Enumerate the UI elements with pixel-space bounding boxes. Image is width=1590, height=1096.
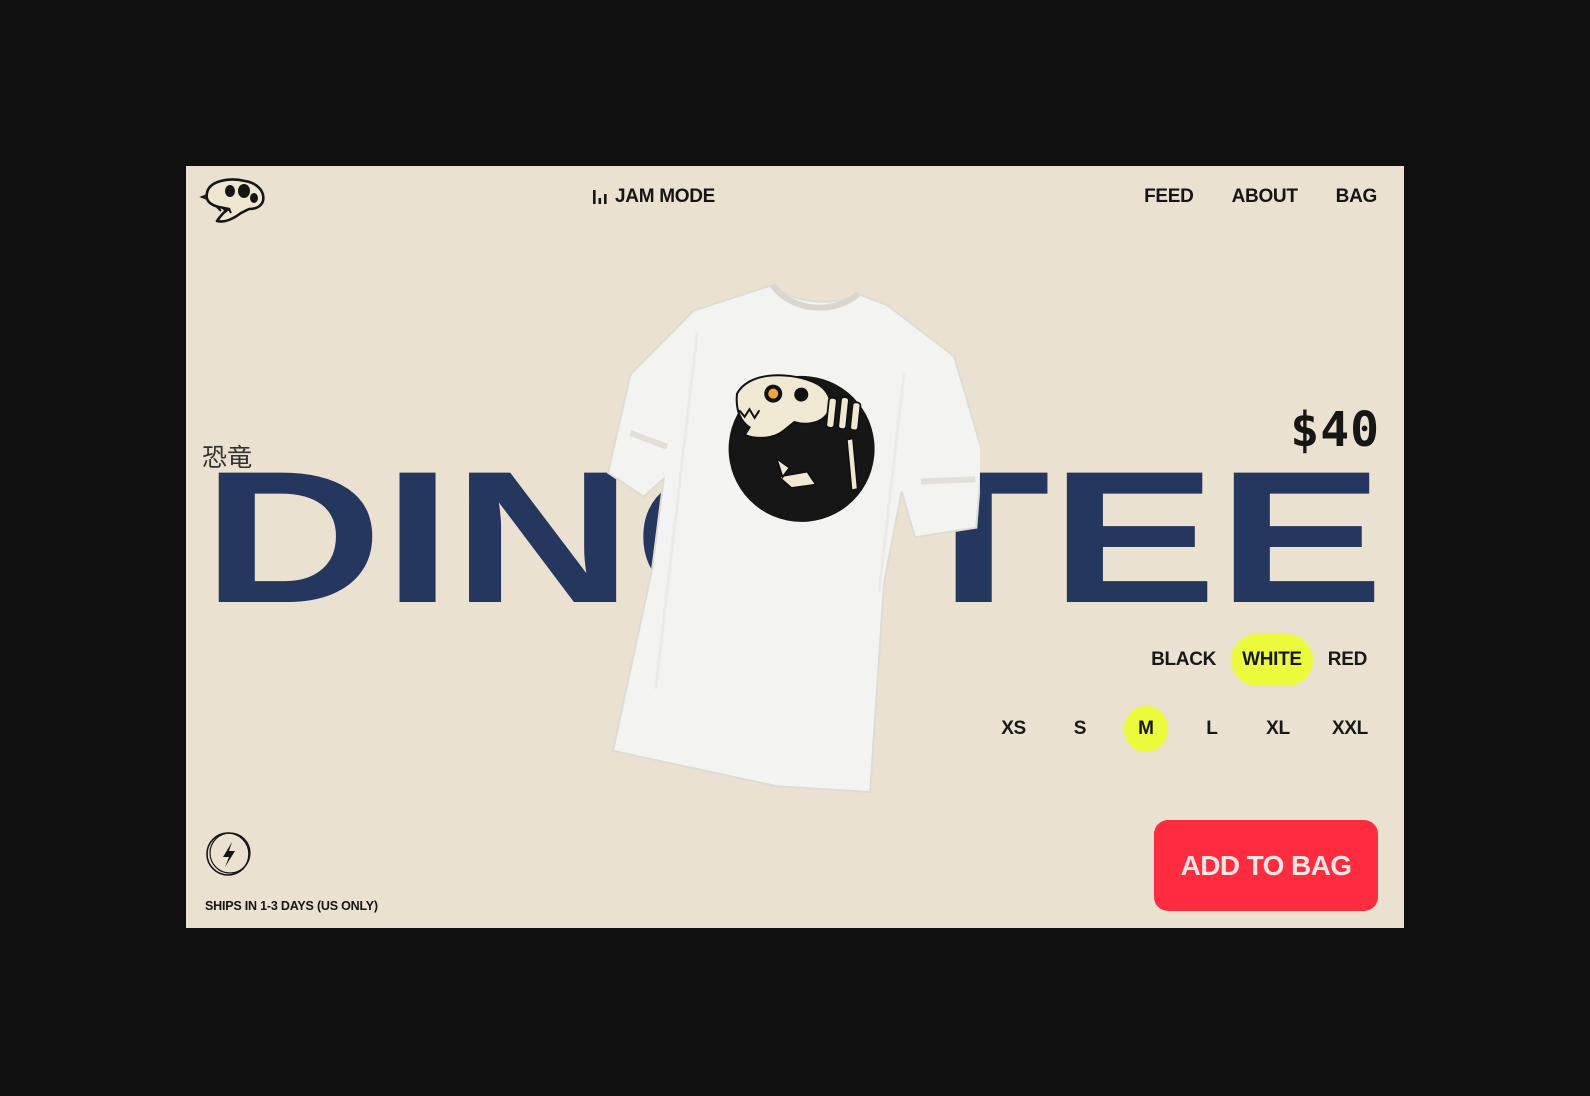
equalizer-bars-icon (593, 190, 607, 204)
color-option-red[interactable]: RED (1317, 634, 1378, 686)
size-option-xs[interactable]: XS (991, 706, 1036, 752)
jam-mode-toggle[interactable]: JAM MODE (592, 186, 715, 208)
product-image-tshirt (606, 283, 980, 794)
jam-mode-label: JAM MODE (615, 186, 715, 207)
lightning-bolt-icon (206, 832, 251, 876)
color-selector: BLACK WHITE RED (1140, 634, 1378, 686)
size-option-xl[interactable]: XL (1256, 706, 1300, 752)
top-nav: FEED ABOUT BAG (1144, 186, 1377, 208)
size-option-s[interactable]: S (1058, 706, 1102, 752)
size-option-xxl[interactable]: XXL (1322, 706, 1378, 752)
size-option-m[interactable]: M (1123, 706, 1168, 752)
size-selector: XS S M L XL XXL (991, 706, 1378, 752)
nav-about[interactable]: ABOUT (1232, 186, 1298, 208)
color-option-black[interactable]: BLACK (1140, 634, 1227, 686)
add-to-bag-button[interactable]: ADD TO BAG (1154, 820, 1378, 911)
nav-bag[interactable]: BAG (1336, 186, 1378, 208)
size-option-l[interactable]: L (1190, 706, 1234, 752)
shipping-note: SHIPS IN 1-3 DAYS (US ONLY) (205, 899, 378, 913)
product-price: $40 (1290, 402, 1380, 458)
dino-skull-logo-icon[interactable] (199, 171, 269, 229)
product-card: JAM MODE FEED ABOUT BAG 恐竜 $40 DINO TEE (186, 166, 1404, 928)
nav-feed[interactable]: FEED (1144, 186, 1194, 208)
color-option-white[interactable]: WHITE (1231, 634, 1313, 686)
